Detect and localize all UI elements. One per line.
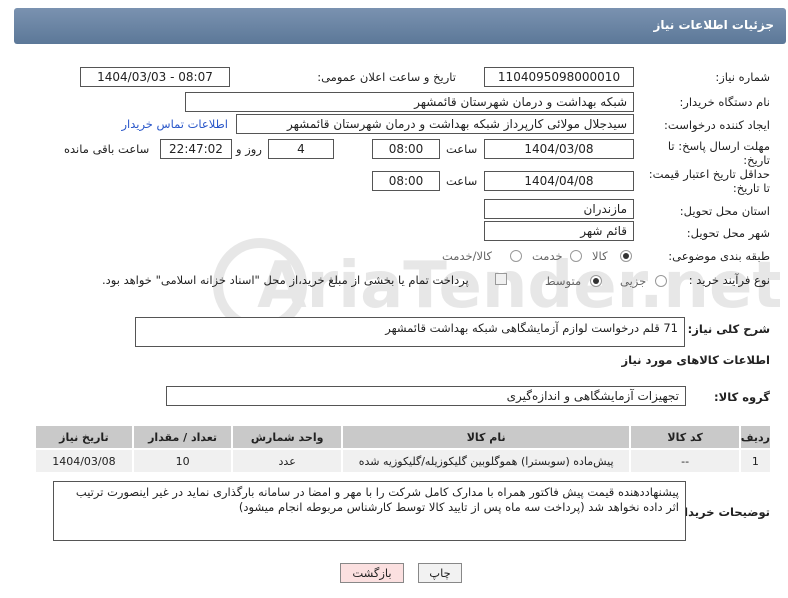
process-label: نوع فرآیند خرید : (688, 273, 770, 287)
validity-time-label: ساعت (446, 174, 478, 188)
cell-code: -- (629, 448, 741, 474)
price-validity-label-2: تا تاریخ: (732, 181, 770, 195)
process-radio-minor[interactable] (655, 275, 667, 287)
header-bar: جزئیات اطلاعات نیاز (14, 8, 786, 44)
days-label: روز و (236, 142, 262, 156)
cell-unit: عدد (231, 448, 343, 474)
treasury-checkbox[interactable] (495, 273, 507, 285)
col-header-row: ردیف (738, 424, 773, 450)
days-field: 4 (268, 139, 334, 159)
buyer-org-label: نام دستگاه خریدار: (679, 95, 770, 109)
requester-label: ایجاد کننده درخواست: (664, 118, 770, 132)
reply-date-field: 1404/03/08 (484, 139, 634, 159)
category-option-service: خدمت (532, 249, 563, 263)
announce-field: 1404/03/03 - 08:07 (80, 67, 230, 87)
goods-group-label: گروه کالا: (714, 390, 770, 404)
cell-row: 1 (738, 448, 773, 474)
payment-note: پرداخت تمام یا بخشی از مبلغ خرید،از محل … (102, 273, 469, 287)
validity-time-field: 08:00 (372, 171, 440, 191)
province-label: استان محل تحویل: (679, 204, 770, 218)
process-radio-medium[interactable] (590, 275, 602, 287)
col-header-unit: واحد شمارش (231, 424, 343, 450)
cell-name: پیش‌ماده (سوبسترا) هموگلوبین گلیکوزیله/گ… (340, 448, 632, 474)
need-number-field: 1104095098000010 (484, 67, 634, 87)
price-validity-label: حداقل تاریخ اعتبار قیمت: (648, 167, 770, 181)
city-field: قائم شهر (484, 221, 634, 241)
goods-info-title: اطلاعات کالاهای مورد نیاز (621, 353, 770, 367)
validity-date-field: 1404/04/08 (484, 171, 634, 191)
category-label: طبقه بندی موضوعی: (668, 249, 770, 263)
category-radio-both[interactable] (510, 250, 522, 262)
col-header-qty: تعداد / مقدار (131, 424, 234, 450)
buyer-contact-link[interactable]: اطلاعات تماس خریدار (121, 117, 228, 131)
page: جزئیات اطلاعات نیاز AriaTender.net شماره… (0, 0, 788, 598)
table-row: 1 -- پیش‌ماده (سوبسترا) هموگلوبین گلیکوز… (34, 448, 773, 474)
buyer-notes-field: پیشنهاددهنده قیمت پیش فاکتور همراه با مد… (53, 481, 686, 541)
category-radio-service[interactable] (570, 250, 582, 262)
description-field: 71 قلم درخواست لوازم آزمایشگاهی شبکه بهد… (135, 317, 685, 347)
print-button[interactable]: چاپ (418, 563, 462, 583)
goods-table: ردیف کد کالا نام کالا واحد شمارش تعداد /… (34, 424, 773, 474)
reply-time-label: ساعت (446, 142, 478, 156)
announce-label: تاریخ و ساعت اعلان عمومی: (317, 70, 456, 84)
process-option-medium: متوسط (545, 274, 582, 288)
reply-deadline-label: مهلت ارسال پاسخ: تا (667, 139, 770, 153)
col-header-name: نام کالا (340, 424, 632, 450)
remaining-time-field: 22:47:02 (160, 139, 232, 159)
col-header-date: تاریخ نیاز (34, 424, 134, 450)
category-option-both: کالا/خدمت (442, 249, 493, 263)
cell-qty: 10 (131, 448, 234, 474)
description-label: شرح کلی نیاز: (687, 322, 770, 336)
category-option-goods: کالا (592, 249, 608, 263)
reply-deadline-label-2: تاریخ: (743, 153, 770, 167)
goods-group-field: تجهیزات آزمایشگاهی و اندازه‌گیری (166, 386, 686, 406)
col-header-code: کد کالا (629, 424, 741, 450)
table-header-row: ردیف کد کالا نام کالا واحد شمارش تعداد /… (34, 424, 773, 450)
requester-field: سیدجلال مولائی کارپرداز شبکه بهداشت و در… (236, 114, 634, 134)
back-button[interactable]: بازگشت (340, 563, 404, 583)
buyer-notes-label: توضیحات خریدار: (672, 505, 770, 519)
city-label: شهر محل تحویل: (686, 226, 770, 240)
need-number-label: شماره نیاز: (715, 70, 770, 84)
process-option-minor: جزیی (620, 274, 647, 288)
buyer-org-field: شبکه بهداشت و درمان شهرستان قائمشهر (185, 92, 634, 112)
remaining-label: ساعت باقی مانده (64, 142, 150, 156)
cell-date: 1404/03/08 (34, 448, 134, 474)
category-radio-goods[interactable] (620, 250, 632, 262)
page-title: جزئیات اطلاعات نیاز (653, 18, 774, 32)
reply-time-field: 08:00 (372, 139, 440, 159)
province-field: مازندران (484, 199, 634, 219)
